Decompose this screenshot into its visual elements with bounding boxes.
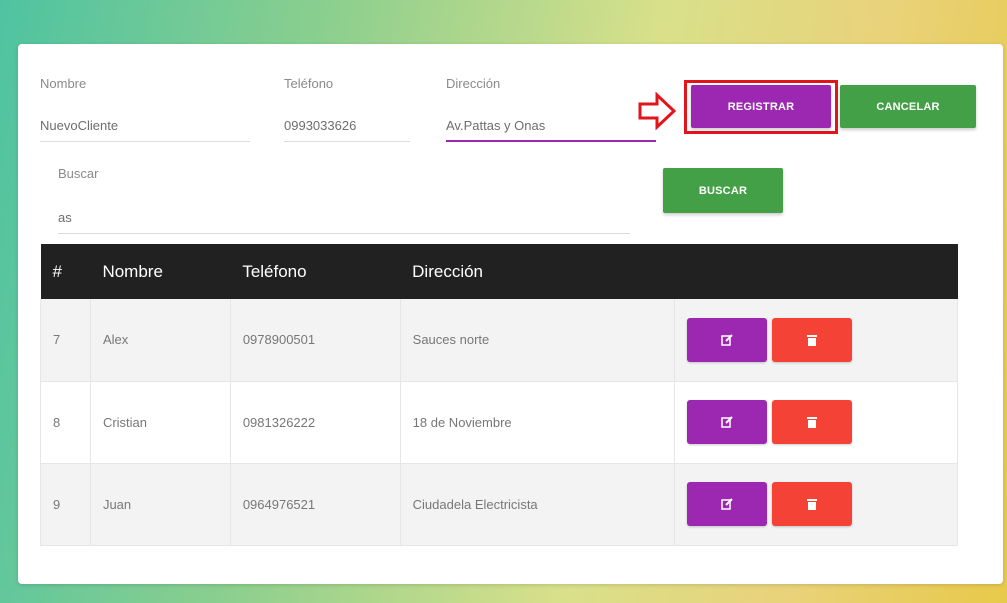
cell-actions: [674, 299, 958, 382]
search-underline: [58, 233, 630, 234]
direccion-underline: [446, 140, 656, 142]
cell-direccion: 18 de Noviembre: [400, 381, 676, 464]
cell-actions: [674, 463, 958, 546]
trash-icon: [807, 417, 818, 428]
edit-button[interactable]: [687, 317, 768, 362]
telefono-input[interactable]: 0993033626: [284, 118, 356, 133]
header-id: #: [52, 261, 62, 281]
header-direccion: Dirección: [412, 261, 484, 281]
trash-icon: [807, 499, 818, 510]
cell-actions: [674, 381, 958, 464]
search-input[interactable]: as: [58, 210, 72, 225]
edit-icon: [721, 416, 734, 428]
telefono-field[interactable]: Teléfono 0993033626: [284, 76, 410, 142]
delete-button[interactable]: [772, 400, 853, 444]
telefono-label: Teléfono: [284, 76, 334, 91]
cell-direccion: Ciudadela Electricista: [400, 463, 676, 546]
trash-icon: [807, 334, 818, 346]
header-actions: [675, 244, 958, 299]
clients-table: # Nombre Teléfono Dirección 7 Alex 09789…: [40, 244, 958, 546]
buscar-button[interactable]: BUSCAR: [663, 168, 783, 213]
cell-telefono: 0981326222: [230, 381, 401, 464]
nombre-input[interactable]: NuevoCliente: [40, 118, 118, 133]
table-row: 9 Juan 0964976521 Ciudadela Electricista: [40, 463, 958, 546]
client-form-card: Nombre NuevoCliente Teléfono 0993033626 …: [18, 44, 1003, 584]
table-row: 8 Cristian 0981326222 18 de Noviembre: [40, 381, 958, 464]
edit-button[interactable]: [687, 482, 768, 526]
nombre-field[interactable]: Nombre NuevoCliente: [40, 76, 250, 142]
cancelar-button[interactable]: CANCELAR: [840, 85, 976, 128]
header-telefono: Teléfono: [242, 261, 307, 281]
search-label: Buscar: [58, 166, 99, 181]
cell-direccion: Sauces norte: [400, 299, 676, 382]
telefono-underline: [284, 141, 410, 142]
delete-button[interactable]: [772, 482, 853, 526]
table-header-row: # Nombre Teléfono Dirección: [40, 244, 958, 299]
cell-id: 9: [40, 463, 91, 546]
edit-button[interactable]: [687, 400, 768, 444]
direccion-field[interactable]: Dirección Av.Pattas y Onas: [446, 76, 656, 142]
arrow-right-icon: [638, 92, 677, 130]
cell-nombre: Alex: [90, 299, 231, 382]
direccion-label: Dirección: [446, 76, 501, 91]
nombre-underline: [40, 141, 250, 142]
nombre-label: Nombre: [40, 76, 87, 91]
direccion-input[interactable]: Av.Pattas y Onas: [446, 118, 545, 133]
registrar-button[interactable]: REGISTRAR: [691, 85, 831, 128]
edit-icon: [721, 334, 734, 346]
delete-button[interactable]: [772, 317, 853, 362]
search-field[interactable]: Buscar as: [58, 166, 630, 234]
table-row: 7 Alex 0978900501 Sauces norte: [40, 299, 958, 382]
cell-telefono: 0964976521: [230, 463, 401, 546]
cell-telefono: 0978900501: [230, 299, 401, 382]
cell-nombre: Cristian: [90, 381, 231, 464]
cell-nombre: Juan: [90, 463, 231, 546]
cell-id: 7: [40, 299, 91, 382]
edit-icon: [721, 498, 734, 510]
cell-id: 8: [40, 381, 91, 464]
header-nombre: Nombre: [102, 261, 163, 281]
